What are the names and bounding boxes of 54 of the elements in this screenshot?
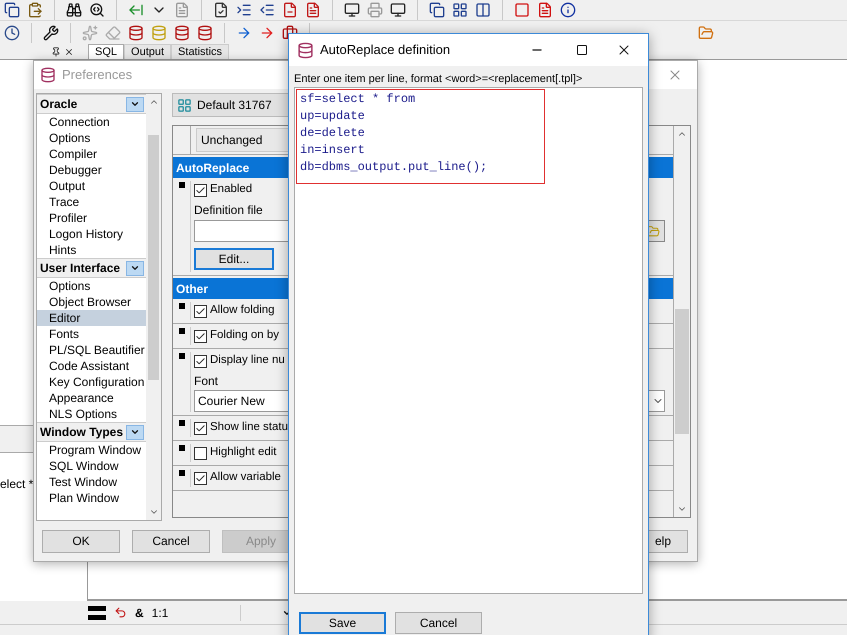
category-item[interactable]: Fonts <box>37 326 146 342</box>
instruction-text: Enter one item per line, format <word>=<replacement[.tpl]> <box>294 73 584 86</box>
category-item[interactable]: Plan Window <box>37 490 146 506</box>
field-label: Font <box>194 373 220 390</box>
cursor-position: 1:1 <box>152 604 170 622</box>
category-item[interactable]: Output <box>37 178 146 194</box>
category-item[interactable]: PL/SQL Beautifier <box>37 342 146 358</box>
panel-tab[interactable]: Statistics <box>171 44 230 59</box>
category-item[interactable]: Code Assistant <box>37 358 146 374</box>
option-label: Folding on by <box>210 328 280 344</box>
category-item[interactable]: Options <box>37 130 146 146</box>
category-item[interactable]: Connection <box>37 114 146 130</box>
option-label: Allow variable <box>210 470 281 486</box>
edit-button[interactable]: Edit... <box>194 248 274 270</box>
category-item[interactable]: Profiler <box>37 210 146 226</box>
dialog-button[interactable]: OK <box>42 530 120 552</box>
code-line: db=dbms_output.put_line(); <box>300 159 488 176</box>
group-title: User Interface <box>40 260 120 277</box>
code-line: sf=select * from <box>300 91 416 108</box>
dialog-button[interactable]: Cancel <box>132 530 210 552</box>
panel-tab[interactable]: Output <box>124 44 172 59</box>
dialog-button[interactable]: Cancel <box>395 612 482 634</box>
category-item[interactable]: Key Configuration <box>37 374 146 390</box>
category-item[interactable]: Debugger <box>37 162 146 178</box>
category-item[interactable]: Compiler <box>37 146 146 162</box>
group-title: Window Types <box>40 424 124 441</box>
code-line: up=update <box>300 108 366 125</box>
category-item[interactable]: Appearance <box>37 390 146 406</box>
window-title: AutoReplace definition <box>320 41 452 60</box>
definition-text-area[interactable]: sf=select * from up=update de=delete in=insert db=dbms_output.put_line(); <box>294 87 643 594</box>
category-item[interactable]: Trace <box>37 194 146 210</box>
category-item[interactable]: Program Window <box>37 442 146 458</box>
option-label: Display line nu <box>210 353 285 368</box>
field-label: Definition file <box>194 202 264 219</box>
dialog-button[interactable]: Save <box>299 612 386 634</box>
group-title: Oracle <box>40 96 78 113</box>
category-item[interactable]: Options <box>37 278 146 294</box>
category-item[interactable]: Logon History <box>37 226 146 242</box>
category-item[interactable]: Editor <box>37 310 146 326</box>
option-label: Enabled <box>210 182 252 198</box>
window-title: Preferences <box>62 66 132 84</box>
category-item[interactable]: NLS Options <box>37 406 146 422</box>
panel-tab[interactable]: SQL <box>88 44 124 59</box>
option-label: Allow folding <box>210 303 275 318</box>
category-item[interactable]: Test Window <box>37 474 146 490</box>
category-item[interactable]: Object Browser <box>37 294 146 310</box>
option-label: Highlight edit <box>210 445 276 460</box>
code-text: elect * <box>0 477 34 491</box>
profile-button[interactable]: Default 31767 <box>172 93 290 117</box>
category-item[interactable]: SQL Window <box>37 458 146 474</box>
option-label: Show line statu <box>210 420 288 436</box>
code-line: de=delete <box>300 125 366 142</box>
status-symbol: & <box>135 604 144 622</box>
category-item[interactable]: Hints <box>37 242 146 258</box>
